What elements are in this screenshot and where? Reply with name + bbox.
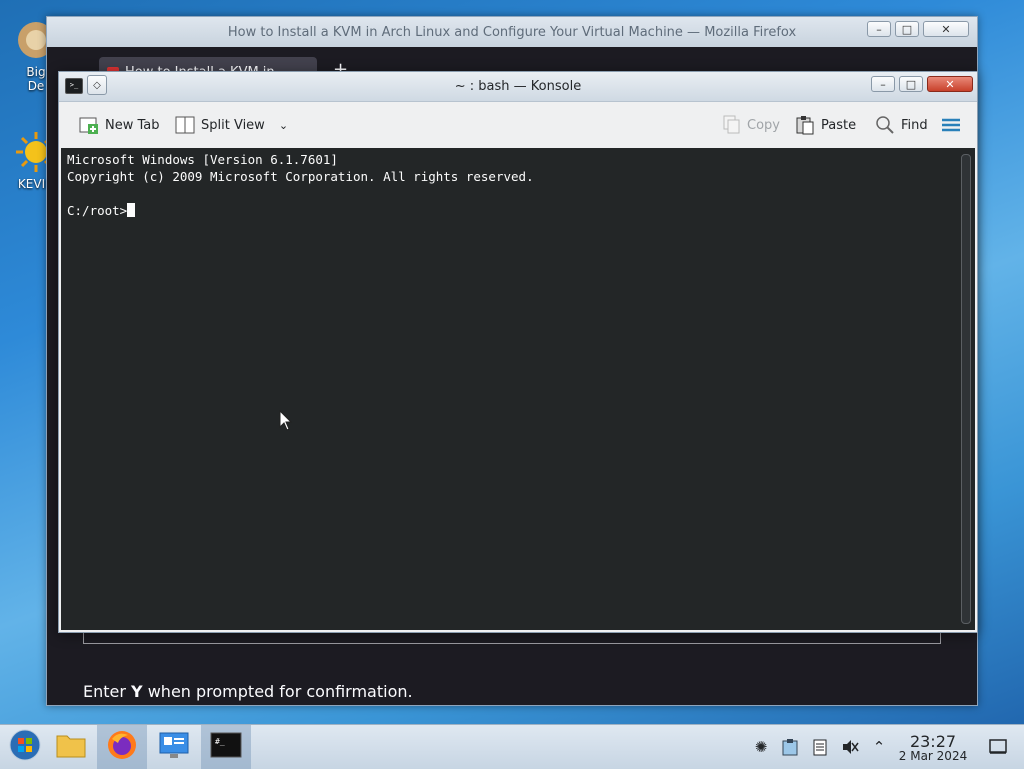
split-view-label: Split View — [201, 117, 265, 133]
volume-muted-icon[interactable] — [840, 737, 860, 757]
firefox-taskbar-button[interactable] — [97, 725, 147, 769]
copy-label: Copy — [747, 117, 780, 133]
copy-icon — [721, 115, 741, 135]
terminal-area[interactable]: Microsoft Windows [Version 6.1.7601] Cop… — [61, 148, 975, 630]
search-icon — [875, 115, 895, 135]
start-menu-button[interactable] — [0, 725, 50, 769]
chevron-up-icon[interactable]: ⌃ — [869, 737, 889, 757]
folder-icon — [56, 731, 86, 763]
konsole-window-title: ~ : bash — Konsole — [454, 79, 582, 94]
chevron-down-icon[interactable]: ⌄ — [279, 119, 288, 132]
copy-button[interactable]: Copy — [721, 113, 780, 137]
paste-label: Paste — [821, 117, 857, 133]
konsole-taskbar-button[interactable]: #_ — [201, 725, 251, 769]
find-button[interactable]: Find — [875, 113, 928, 137]
firefox-close-button[interactable]: ✕ — [923, 21, 969, 37]
firefox-window-title: How to Install a KVM in Arch Linux and C… — [227, 25, 797, 40]
firefox-maximize-button[interactable]: □ — [895, 21, 919, 37]
konsole-toolbar: New Tab Split View ⌄ Copy Paste Find — [59, 102, 977, 148]
firefox-titlebar[interactable]: How to Install a KVM in Arch Linux and C… — [47, 17, 977, 47]
konsole-window[interactable]: >_ ◇ ~ : bash — Konsole – □ ✕ New Tab Sp… — [58, 71, 978, 633]
svg-text:#_: #_ — [215, 737, 225, 746]
konsole-titlebar[interactable]: >_ ◇ ~ : bash — Konsole – □ ✕ — [59, 72, 977, 102]
hamburger-menu-button[interactable] — [941, 113, 961, 137]
terminal-scrollbar[interactable] — [961, 154, 971, 624]
firefox-icon — [106, 729, 138, 765]
notes-icon[interactable] — [810, 737, 830, 757]
article-paragraph: Enter Y when prompted for confirmation. — [83, 682, 413, 701]
hamburger-menu-icon — [941, 115, 961, 135]
terminal-icon: #_ — [210, 732, 242, 762]
new-tab-icon — [79, 115, 99, 135]
find-label: Find — [901, 117, 928, 133]
paragraph-bold-text: Y — [131, 682, 143, 701]
show-desktop-icon[interactable] — [988, 737, 1008, 757]
terminal-output: Microsoft Windows [Version 6.1.7601] Cop… — [67, 151, 534, 219]
terminal-line: Copyright (c) 2009 Microsoft Corporation… — [67, 169, 534, 184]
paragraph-text: Enter — [83, 682, 132, 701]
split-view-icon — [175, 115, 195, 135]
network-icon[interactable]: ✺ — [751, 737, 771, 757]
konsole-maximize-button[interactable]: □ — [899, 76, 923, 92]
settings-monitor-icon — [158, 730, 190, 764]
system-settings-button[interactable] — [149, 725, 199, 769]
terminal-cursor — [127, 203, 136, 217]
terminal-prompt: C:/root> — [67, 203, 128, 218]
terminal-line: Microsoft Windows [Version 6.1.7601] — [67, 152, 338, 167]
new-tab-label: New Tab — [105, 117, 160, 133]
firefox-minimize-button[interactable]: – — [867, 21, 891, 37]
clipboard-icon[interactable] — [780, 737, 800, 757]
start-orb-icon — [9, 729, 41, 765]
split-view-button[interactable]: Split View ⌄ — [175, 113, 288, 137]
paragraph-text: when prompted for confirmation. — [142, 682, 413, 701]
konsole-minimize-button[interactable]: – — [871, 76, 895, 92]
paste-icon — [795, 115, 815, 135]
desktop-icon-label: Big De — [26, 65, 46, 93]
konsole-close-button[interactable]: ✕ — [927, 76, 973, 92]
mouse-pointer-icon — [279, 409, 293, 436]
clock-date[interactable]: 2 Mar 2024 — [894, 749, 972, 763]
paste-button[interactable]: Paste — [795, 113, 856, 137]
file-manager-button[interactable] — [46, 725, 96, 769]
new-tab-button[interactable]: New Tab — [79, 113, 160, 137]
taskbar: #_ ✺ ⌃ 23:27 2 Mar 2024 — [0, 724, 1024, 769]
